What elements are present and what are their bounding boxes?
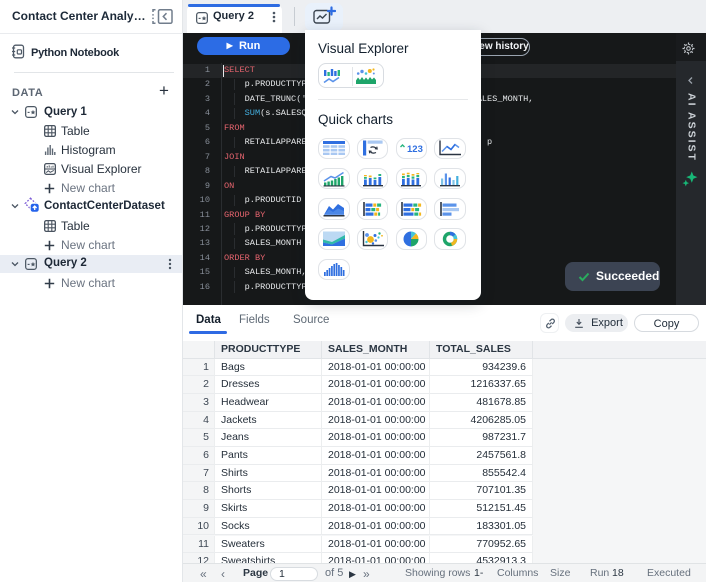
svg-text:123: 123 [407, 144, 423, 153]
